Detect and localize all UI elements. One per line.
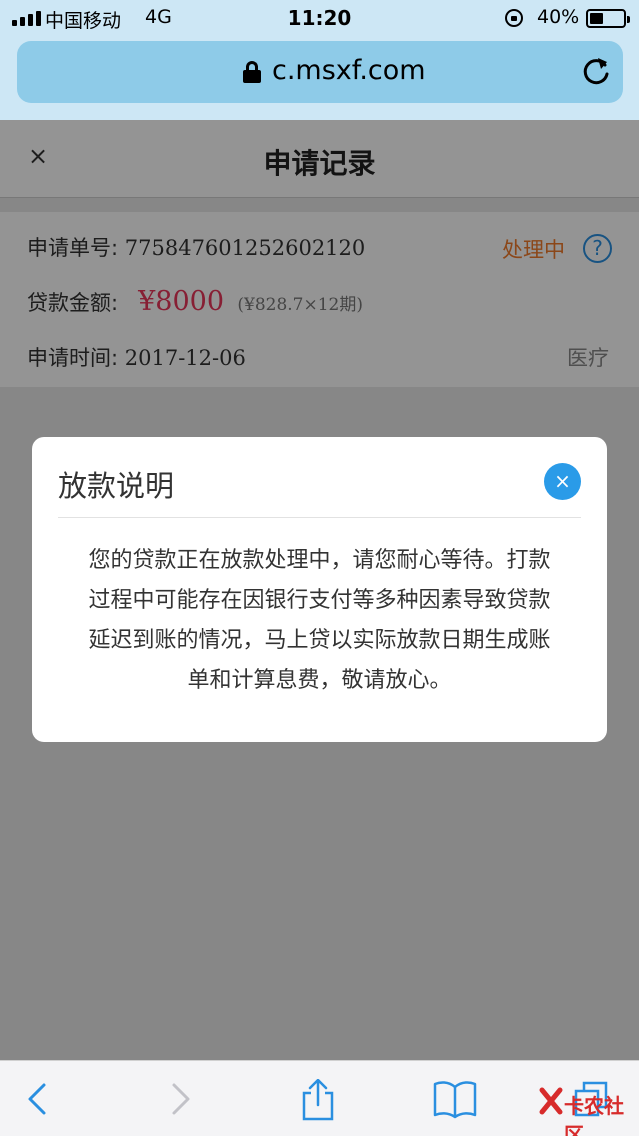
battery-fill	[590, 13, 603, 24]
url-bar[interactable]: c.msxf.com	[17, 41, 623, 103]
battery-percent: 40%	[537, 6, 580, 28]
divider	[58, 517, 581, 518]
browser-chrome: 中国移动 4G 11:20 40% c.msxf.com	[0, 0, 639, 120]
forward-icon[interactable]	[160, 1079, 200, 1119]
watermark-text: 卡农社区	[564, 1094, 624, 1136]
watermark-logo: 卡农社区	[538, 1078, 638, 1136]
bookmarks-icon[interactable]	[432, 1079, 477, 1119]
dialog-line: 单和计算息费，敬请放心。	[187, 668, 452, 693]
share-icon[interactable]	[298, 1079, 338, 1121]
dialog-line: 延迟到账的情况，马上贷以实际放款日期生成账	[88, 628, 551, 653]
dialog-line: 您的贷款正在放款处理中，请您耐心等待。打款	[88, 548, 551, 573]
watermark-icon	[539, 1087, 563, 1115]
battery-icon	[586, 9, 630, 28]
lock-icon	[243, 61, 261, 83]
rotation-lock-icon	[505, 9, 523, 27]
dialog-close-button[interactable]: ×	[544, 463, 581, 500]
dialog-message: 您的贷款正在放款处理中，请您耐心等待。打款 过程中可能存在因银行支付等多种因素导…	[66, 541, 573, 701]
status-bar: 中国移动 4G 11:20 40%	[0, 0, 639, 38]
dialog-line: 过程中可能存在因银行支付等多种因素导致贷款	[88, 588, 551, 613]
reload-icon[interactable]	[581, 55, 611, 87]
dialog-title: 放款说明	[58, 469, 175, 503]
disbursement-dialog: 放款说明 × 您的贷款正在放款处理中，请您耐心等待。打款 过程中可能存在因银行支…	[32, 437, 607, 742]
url-text[interactable]: c.msxf.com	[272, 55, 426, 86]
back-icon[interactable]	[18, 1079, 58, 1119]
